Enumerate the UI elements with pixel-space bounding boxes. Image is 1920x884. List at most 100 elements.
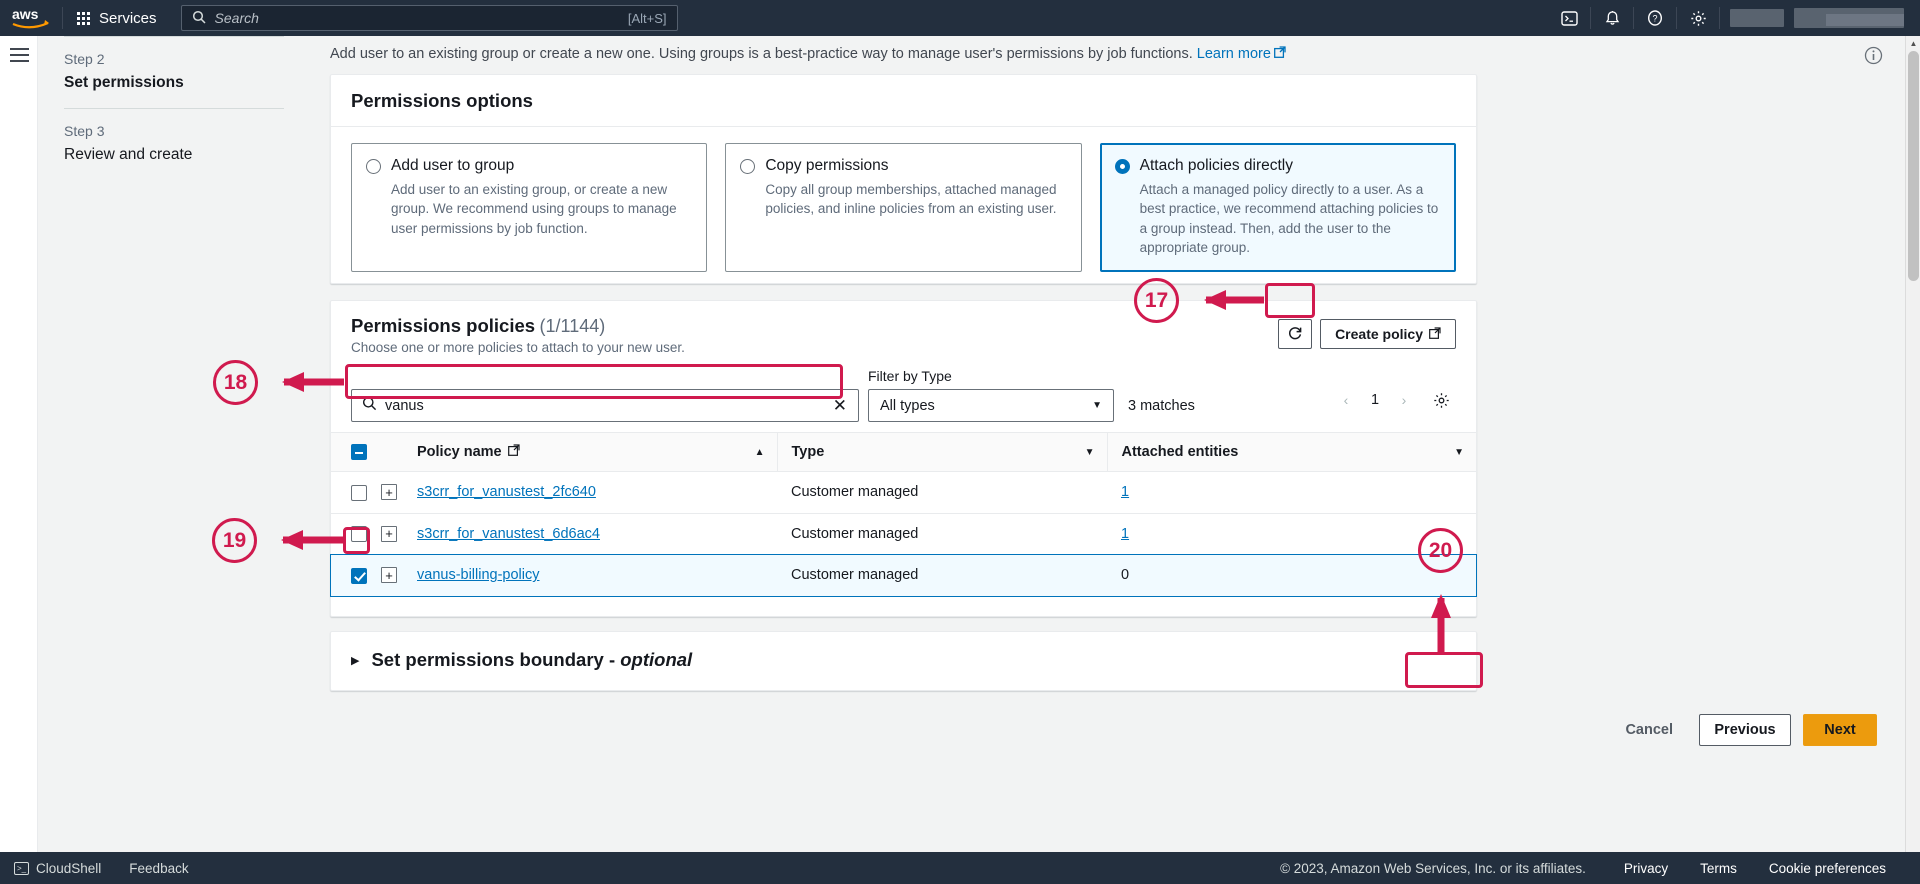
account-region-redacted[interactable] [1730,9,1784,27]
permissions-policies-count: (1/1144) [539,316,606,336]
attached-entities-link[interactable]: 1 [1121,526,1129,542]
row-attached-entities-cell: 0 [1107,554,1476,597]
sort-ascending-icon[interactable]: ▲ [755,447,777,458]
services-label: Services [99,9,157,27]
row-checkbox[interactable] [351,484,367,501]
sort-descending-icon[interactable]: ▼ [1454,447,1476,458]
bell-icon[interactable] [1591,0,1633,36]
option-copy-permissions[interactable]: Copy permissions Copy all group membersh… [725,143,1082,272]
wizard-step-3-title: Review and create [64,146,193,163]
permissions-boundary-optional: optional [620,649,693,670]
radio-copy-permissions[interactable] [740,159,756,174]
row-type-cell: Customer managed [777,554,1107,597]
bottom-status-bar: >_ CloudShell Feedback © 2023, Amazon We… [0,852,1920,884]
pagination-prev-button[interactable]: ‹ [1333,387,1359,413]
refresh-button[interactable] [1278,319,1313,349]
hamburger-menu-icon[interactable] [10,48,29,66]
next-button[interactable]: Next [1803,714,1877,746]
table-row[interactable]: + s3crr_for_vanustest_6d6ac4 Customer ma… [331,513,1476,556]
aws-logo[interactable]: aws [0,6,62,30]
select-all-checkbox[interactable] [351,444,367,461]
policy-search-wrapper: vanus ✕ [351,389,859,422]
row-policy-name-cell: s3crr_for_vanustest_2fc640 [417,471,777,514]
permissions-policies-header: Permissions policies (1/1144) Choose one… [331,301,1476,368]
cancel-button[interactable]: Cancel [1611,714,1687,746]
option-copy-permissions-label: Copy permissions [765,157,889,174]
learn-more-link[interactable]: Learn more [1197,46,1271,62]
svg-text:aws: aws [12,6,39,22]
expand-column-header [381,431,417,473]
cloudshell-icon[interactable] [1548,0,1590,36]
wizard-step-2[interactable]: Step 2 Set permissions [64,37,284,108]
permissions-boundary-card[interactable]: ▶ Set permissions boundary - optional [330,631,1477,691]
option-attach-policies-directly-description: Attach a managed policy directly to a us… [1139,181,1439,256]
radio-attach-policies-directly[interactable] [1114,159,1130,174]
row-checkbox[interactable] [351,526,367,542]
expand-row-icon[interactable]: + [381,525,397,542]
expand-row-icon[interactable]: + [381,484,397,501]
cloudshell-button[interactable]: >_ CloudShell [0,861,115,876]
create-policy-label: Create policy [1335,326,1423,342]
page-scrollbar[interactable]: ▲ ▼ [1905,36,1920,884]
scroll-up-arrow[interactable]: ▲ [1906,36,1920,51]
svg-text:?: ? [1652,14,1657,24]
row-expander-cell: + [381,471,417,514]
create-policy-button[interactable]: Create policy [1320,319,1456,349]
permissions-options-header: Permissions options [331,75,1476,127]
row-policy-name-cell: vanus-billing-policy [417,554,777,597]
table-preferences-gear-icon[interactable] [1426,385,1456,415]
row-type-cell: Customer managed [777,471,1107,514]
type-header[interactable]: Type ▼ [776,431,1107,473]
sort-descending-icon[interactable]: ▼ [1085,447,1107,458]
expand-row-icon[interactable]: + [381,567,397,584]
table-row[interactable]: + vanus-billing-policy Customer managed … [330,553,1477,598]
policy-search-value: vanus [385,397,424,414]
table-row[interactable]: + s3crr_for_vanustest_2fc640 Customer ma… [331,471,1476,514]
settings-icon[interactable] [1677,0,1719,36]
help-icon[interactable]: ? [1634,0,1676,36]
top-nav-right-cluster: ? [1548,0,1920,36]
wizard-step-2-title: Set permissions [64,74,184,91]
privacy-link[interactable]: Privacy [1608,861,1684,876]
policy-name-header[interactable]: Policy name ▲ [417,431,777,473]
radio-add-user-to-group[interactable] [366,159,381,174]
account-name-redacted[interactable] [1794,8,1904,28]
clear-search-icon[interactable]: ✕ [830,397,850,414]
services-menu-button[interactable]: Services [63,0,171,36]
policy-name-link[interactable]: vanus-billing-policy [417,567,540,583]
row-type-cell: Customer managed [777,513,1107,556]
attached-entities-link[interactable]: 1 [1121,484,1129,500]
pagination-page-1[interactable]: 1 [1362,387,1388,413]
wizard-step-2-number: Step 2 [64,51,105,67]
wizard-step-3[interactable]: Step 3 Review and create [64,109,284,180]
attached-entities-header[interactable]: Attached entities ▼ [1106,431,1476,473]
row-expander-cell: + [381,513,417,556]
policy-name-link[interactable]: s3crr_for_vanustest_6d6ac4 [417,526,600,542]
row-attached-entities-cell: 1 [1107,471,1476,514]
option-add-user-to-group[interactable]: Add user to group Add user to an existin… [351,143,708,272]
previous-button[interactable]: Previous [1699,714,1791,746]
row-expander-cell: + [381,554,417,597]
policy-name-link[interactable]: s3crr_for_vanustest_2fc640 [417,484,596,500]
pagination-next-button[interactable]: › [1391,387,1417,413]
global-search-input[interactable]: Search [Alt+S] [180,5,678,31]
nav-divider [1719,7,1720,29]
filter-by-type-select[interactable]: All types ▼ [868,389,1114,422]
permissions-boundary-toggle[interactable]: ▶ Set permissions boundary - optional [331,632,1476,688]
terms-link[interactable]: Terms [1684,861,1753,876]
chevron-down-icon: ▼ [1092,400,1102,411]
option-attach-policies-directly[interactable]: Attach policies directly Attach a manage… [1099,143,1456,272]
scrollbar-thumb[interactable] [1908,51,1919,281]
permissions-options-title: Permissions options [351,90,533,111]
match-count: 3 matches [1128,398,1195,414]
row-checkbox[interactable] [351,567,367,584]
grid-icon [77,11,90,25]
cookie-preferences-link[interactable]: Cookie preferences [1753,861,1902,876]
permissions-policies-card: Permissions policies (1/1144) Choose one… [330,300,1477,617]
info-icon[interactable] [1864,46,1883,70]
policies-filter-row: vanus ✕ Filter by Type All types ▼ 3 mat… [331,368,1476,432]
feedback-button[interactable]: Feedback [115,861,202,876]
row-checkbox-cell [331,471,381,514]
policy-search-input[interactable]: vanus ✕ [351,389,859,422]
policies-table-header-row: Policy name ▲ Type ▼ Attached entities ▼ [331,431,1476,473]
